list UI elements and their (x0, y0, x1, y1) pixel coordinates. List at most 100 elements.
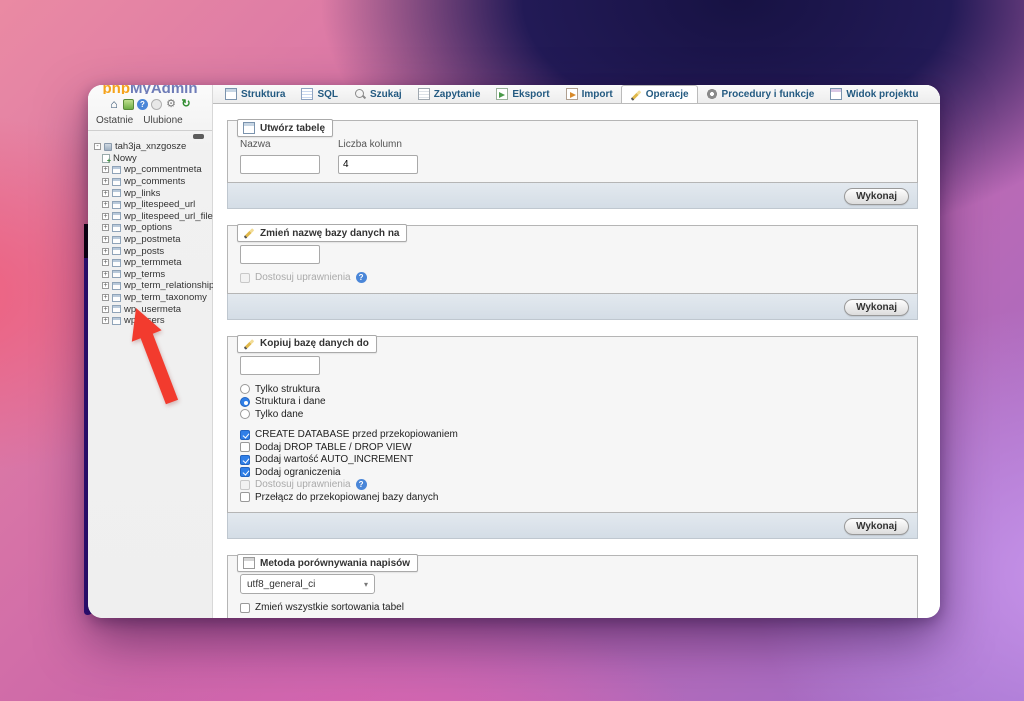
table-name[interactable]: wp_term_relationships (124, 280, 219, 291)
collapse-toggle-icon[interactable]: - (94, 143, 101, 151)
tab-favorites[interactable]: Ulubione (143, 115, 182, 126)
table-name-input[interactable] (240, 155, 320, 174)
tree-table-row[interactable]: + wp_posts (94, 245, 212, 257)
table-name[interactable]: wp_usermeta (124, 304, 181, 315)
tree-table-row[interactable]: + wp_term_relationships (94, 280, 219, 292)
tree-database-row[interactable]: - tah3ja_xnzgosze (94, 141, 212, 153)
tree-table-row[interactable]: + wp_termmeta (94, 257, 212, 269)
expand-toggle-icon[interactable]: + (102, 259, 109, 267)
checkbox[interactable] (240, 442, 250, 453)
execute-button[interactable]: Wykonaj (844, 298, 909, 316)
tree-new-table-row[interactable]: Nowy (94, 153, 212, 165)
copy-mode-option[interactable]: Tylko dane (240, 409, 905, 421)
expand-toggle-icon[interactable]: + (102, 236, 109, 244)
expand-toggle-icon[interactable]: + (102, 294, 109, 302)
table-icon (112, 235, 121, 244)
copy-option[interactable]: Dostosuj uprawnienia ? (240, 479, 905, 491)
create-table-legend: Utwórz tabelę (237, 119, 334, 137)
columns-count-input[interactable] (338, 155, 418, 174)
phpmyadmin-docs-icon[interactable]: ? (137, 98, 148, 110)
logout-icon[interactable] (123, 98, 134, 110)
expand-toggle-icon[interactable]: + (102, 224, 109, 232)
table-name[interactable]: wp_options (124, 222, 172, 233)
checkbox[interactable] (240, 492, 250, 503)
help-icon[interactable]: ? (355, 272, 367, 284)
tab-recent[interactable]: Ostatnie (96, 115, 133, 126)
tree-table-row[interactable]: + wp_commentmeta (94, 164, 212, 176)
expand-toggle-icon[interactable]: + (102, 270, 109, 278)
database-tab[interactable]: Widok projektu (822, 85, 926, 103)
home-icon[interactable]: ⌂ (108, 98, 120, 110)
tree-table-row[interactable]: + wp_terms (94, 269, 212, 281)
checkbox[interactable] (240, 467, 250, 478)
table-name[interactable]: wp_commentmeta (124, 164, 202, 175)
table-name[interactable]: wp_terms (124, 269, 165, 280)
help-icon[interactable]: ? (355, 479, 367, 491)
mysql-docs-icon[interactable] (151, 98, 162, 110)
settings-icon[interactable]: ⚙ (165, 98, 177, 110)
tree-table-row[interactable]: + wp_litespeed_url_file (94, 211, 213, 223)
table-name[interactable]: wp_links (124, 188, 160, 199)
database-tab[interactable]: Operacje (620, 85, 698, 103)
expand-toggle-icon[interactable]: + (102, 247, 109, 255)
table-name[interactable]: wp_postmeta (124, 234, 181, 245)
copy-option[interactable]: Dodaj wartość AUTO_INCREMENT ? (240, 454, 905, 466)
expand-toggle-icon[interactable]: + (102, 282, 109, 290)
tree-table-row[interactable]: + wp_term_taxonomy (94, 292, 212, 304)
expand-toggle-icon[interactable]: + (102, 212, 109, 220)
expand-toggle-icon[interactable]: + (102, 166, 109, 174)
checkbox[interactable] (240, 454, 250, 465)
collation-select[interactable]: utf8_general_ci ▾ (240, 574, 375, 594)
database-tab[interactable]: Import (558, 85, 621, 103)
expand-toggle-icon[interactable]: + (102, 201, 109, 209)
radio-button[interactable] (240, 384, 250, 395)
checkbox[interactable] (240, 429, 250, 440)
database-tab[interactable]: Szukaj (346, 85, 410, 103)
radio-button[interactable] (240, 409, 250, 420)
table-name[interactable]: wp_posts (124, 246, 164, 257)
tree-table-row[interactable]: + wp_usermeta (94, 303, 212, 315)
table-name[interactable]: wp_termmeta (124, 257, 182, 268)
tree-table-row[interactable]: + wp_links (94, 187, 212, 199)
reload-navigation-icon[interactable]: ↻ (180, 98, 192, 110)
adjust-privileges-checkbox[interactable] (240, 272, 250, 283)
database-tab[interactable]: Procedury i funkcje (698, 85, 823, 103)
change-all-collations-checkbox[interactable] (240, 602, 250, 613)
execute-button[interactable]: Wykonaj (844, 188, 909, 205)
table-icon (112, 281, 121, 290)
expand-toggle-icon[interactable]: + (102, 305, 109, 313)
copy-mode-option[interactable]: Struktura i dane (240, 396, 905, 408)
tree-table-row[interactable]: + wp_litespeed_url (94, 199, 212, 211)
expand-toggle-icon[interactable]: + (102, 317, 109, 325)
copy-option[interactable]: Dodaj ograniczenia ? (240, 467, 905, 479)
expand-toggle-icon[interactable]: + (102, 189, 109, 197)
new-table-label[interactable]: Nowy (113, 153, 137, 164)
execute-button[interactable]: Wykonaj (844, 518, 909, 535)
database-tab[interactable]: Zapytanie (410, 85, 489, 103)
rename-database-input[interactable] (240, 245, 320, 264)
copy-option[interactable]: Przełącz do przekopiowanej bazy danych ? (240, 492, 905, 504)
radio-button[interactable] (240, 396, 250, 407)
database-name[interactable]: tah3ja_xnzgosze (115, 141, 186, 152)
table-name[interactable]: wp_term_taxonomy (124, 292, 207, 303)
copy-option[interactable]: Dodaj DROP TABLE / DROP VIEW ? (240, 442, 905, 454)
tree-table-row[interactable]: + wp_postmeta (94, 234, 212, 246)
table-name[interactable]: wp_litespeed_url (124, 199, 195, 210)
copy-option[interactable]: CREATE DATABASE przed przekopiowaniem ? (240, 429, 905, 441)
table-name[interactable]: wp_litespeed_url_file (124, 211, 213, 222)
tree-table-row[interactable]: + wp_users (94, 315, 212, 327)
tree-table-row[interactable]: + wp_options (94, 222, 212, 234)
copy-mode-option[interactable]: Tylko struktura (240, 384, 905, 396)
change-all-collations-label: Zmień wszystkie sortowania tabel (255, 602, 404, 614)
database-tab[interactable]: Eksport (488, 85, 557, 103)
table-name[interactable]: wp_comments (124, 176, 185, 187)
expand-toggle-icon[interactable]: + (102, 178, 109, 186)
navigation-collapse-icon[interactable] (193, 134, 204, 139)
database-tab[interactable]: SQL (293, 85, 346, 103)
copy-database-input[interactable] (240, 355, 320, 375)
checkbox[interactable] (240, 479, 250, 490)
search-icon (354, 88, 366, 100)
table-name[interactable]: wp_users (124, 315, 165, 326)
tree-table-row[interactable]: + wp_comments (94, 176, 212, 188)
database-tab[interactable]: Struktura (217, 85, 293, 103)
